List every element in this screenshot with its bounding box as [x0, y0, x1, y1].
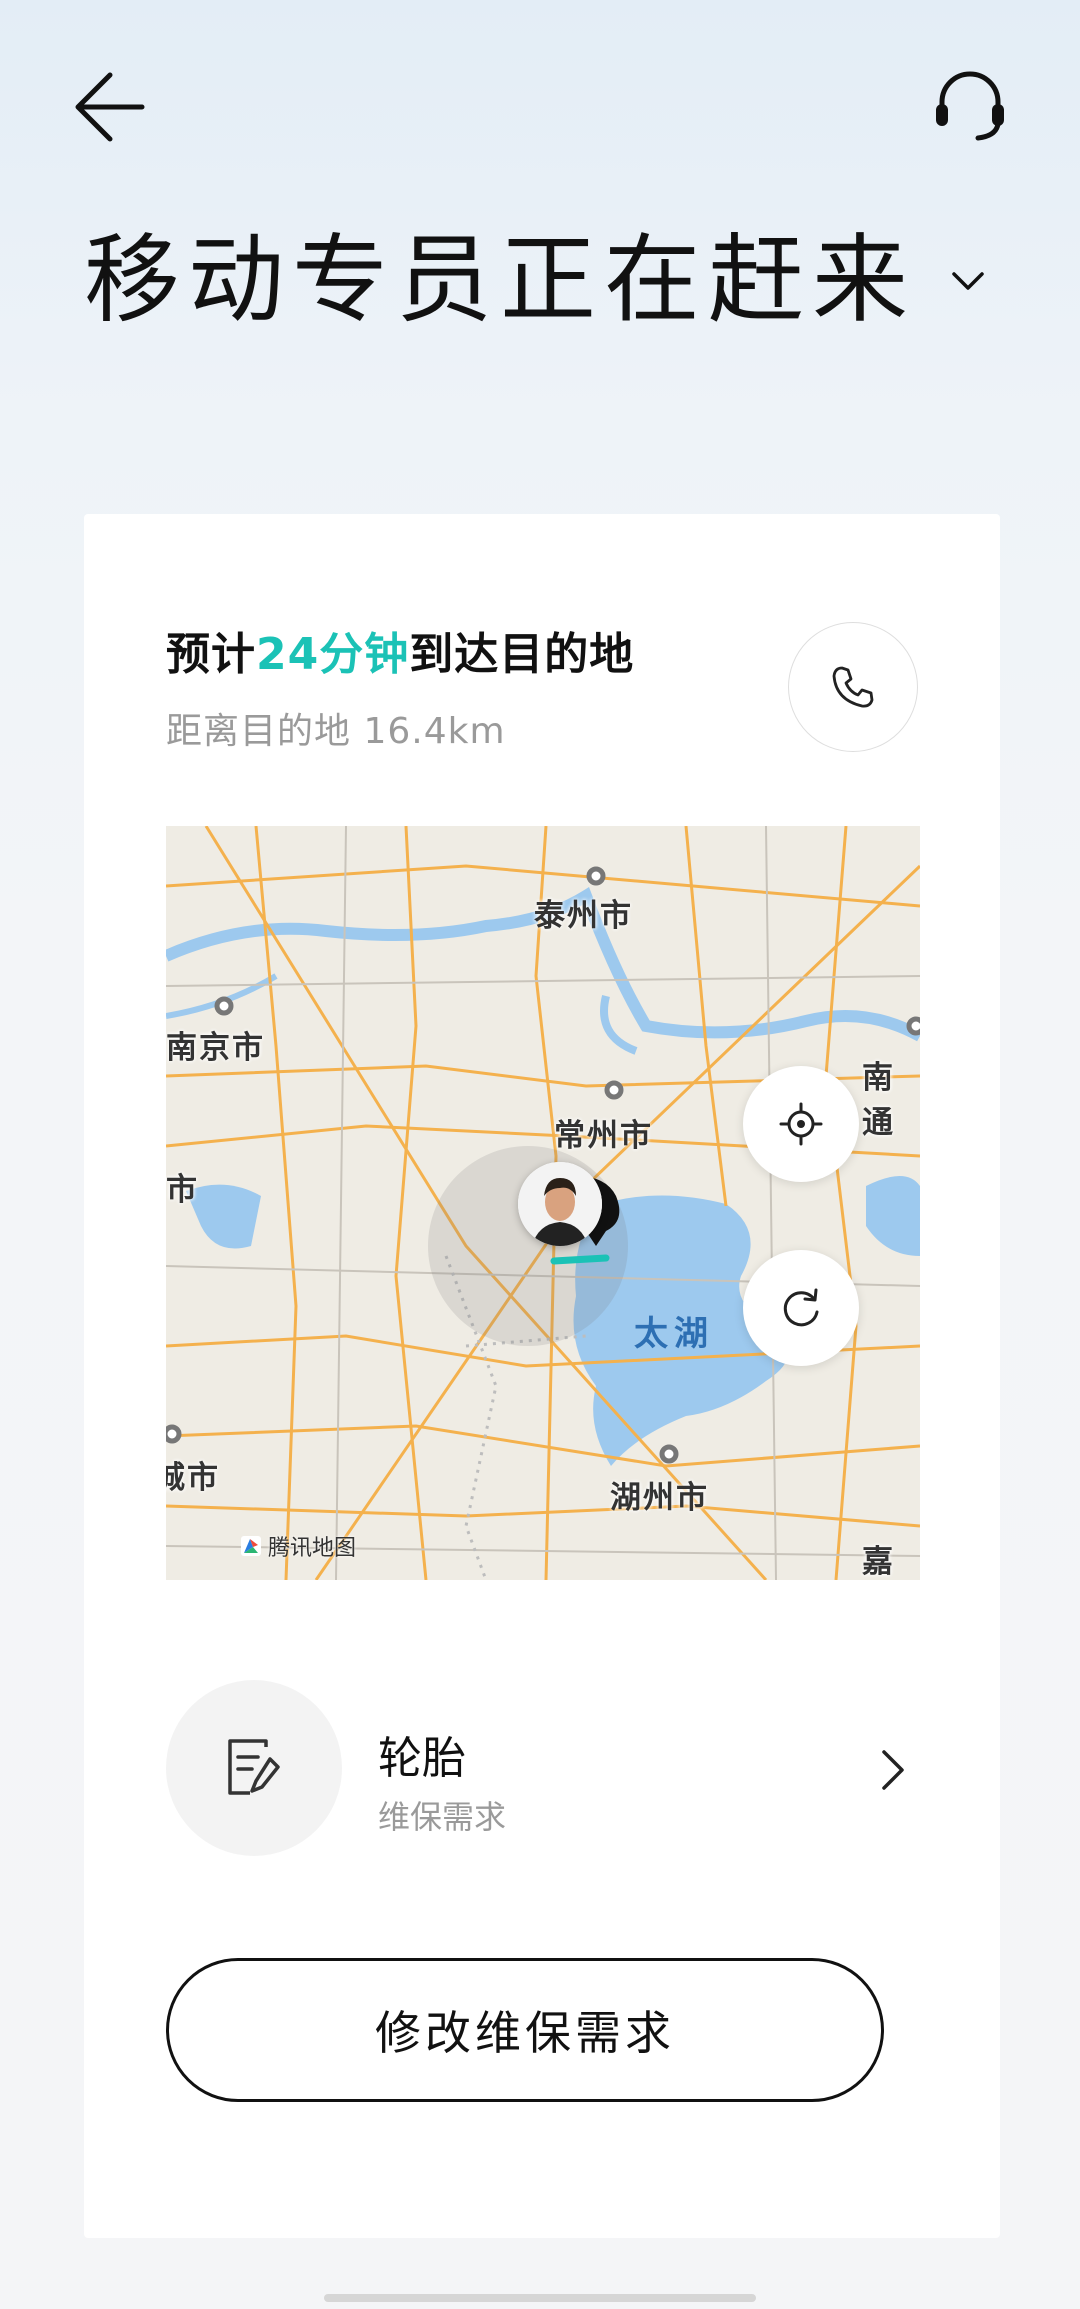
top-bar — [0, 0, 1080, 220]
refresh-icon — [783, 1288, 819, 1327]
city-label-partial-bottom-left: 城市 — [166, 1460, 220, 1496]
city-label-nantong: 南通 — [862, 1060, 895, 1141]
eta-suffix: 到达目的地 — [409, 629, 635, 680]
modify-service-button[interactable]: 修改维保需求 — [166, 1958, 884, 2102]
service-icon-container — [166, 1680, 342, 1856]
back-button[interactable] — [70, 62, 150, 152]
tencent-map-icon — [241, 1536, 261, 1556]
status-card: 预计24分钟到达目的地 距离目的地 16.4km 泰州市 南京市 常州市 湖州市… — [84, 514, 1000, 2238]
headset-icon — [936, 71, 1004, 141]
eta-prefix: 预计 — [166, 629, 256, 680]
customer-service-button[interactable] — [930, 66, 1010, 146]
title-row[interactable]: 移动专员正在赶来 — [84, 225, 988, 335]
city-label-partial-left: 市 — [166, 1172, 199, 1208]
locate-icon — [779, 1102, 823, 1146]
city-label-changzhou: 常州市 — [554, 1118, 653, 1154]
eta-minutes: 24分钟 — [256, 629, 410, 680]
map-provider-logo: 腾讯地图 — [240, 1530, 356, 1562]
distance-text: 距离目的地 16.4km — [166, 711, 506, 752]
city-label-nanjing: 南京市 — [166, 1030, 265, 1066]
city-label-taizhou: 泰州市 — [534, 898, 633, 934]
back-arrow-icon — [75, 72, 145, 142]
service-category: 维保需求 — [378, 1798, 507, 1836]
city-label-huzhou: 湖州市 — [610, 1480, 709, 1516]
service-item[interactable]: 轮胎 维保需求 — [166, 1680, 920, 1860]
locate-button[interactable] — [743, 1066, 859, 1182]
refresh-button[interactable] — [743, 1250, 859, 1366]
call-button[interactable] — [788, 622, 918, 752]
driver-photo — [518, 1162, 602, 1246]
city-label-jiaxing: 嘉兴 — [862, 1544, 895, 1580]
home-indicator[interactable] — [324, 2294, 756, 2302]
edit-note-icon — [228, 1739, 280, 1795]
map-provider-text: 腾讯地图 — [268, 1536, 357, 1561]
chevron-down-icon — [952, 272, 984, 290]
map-view[interactable]: 泰州市 南京市 常州市 湖州市 南通 嘉兴 市 城市 太湖 腾讯地图 — [166, 826, 920, 1580]
page-title: 移动专员正在赶来 — [84, 224, 916, 336]
chevron-right-icon — [882, 1750, 904, 1790]
eta-text: 预计24分钟到达目的地 — [166, 618, 634, 682]
service-name: 轮胎 — [378, 1733, 466, 1784]
driver-avatar[interactable] — [518, 1162, 602, 1246]
lake-label-taihu: 太湖 — [634, 1314, 714, 1354]
phone-icon — [832, 666, 874, 708]
